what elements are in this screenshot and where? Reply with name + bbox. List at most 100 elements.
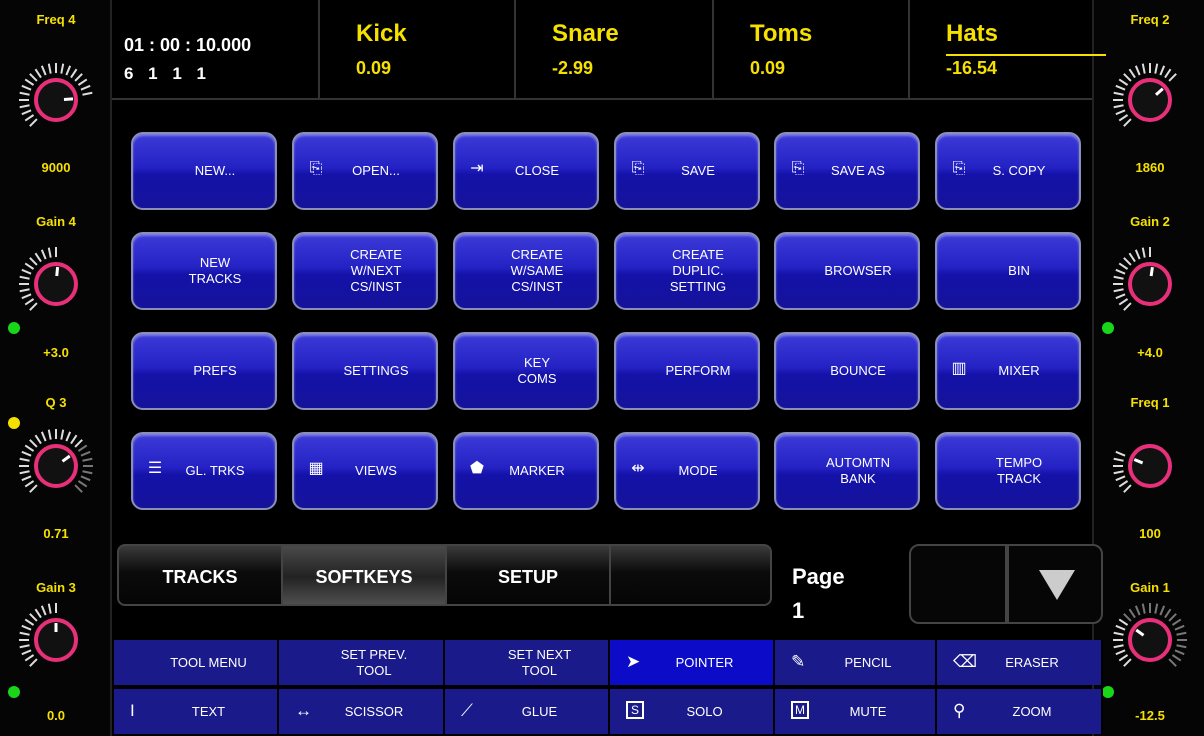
knob-dial-icon xyxy=(19,63,93,127)
tab-bar: TRACKS SOFTKEYS SETUP xyxy=(117,544,772,606)
tab-setup[interactable]: SETUP xyxy=(447,546,611,604)
tab-label: TRACKS xyxy=(162,566,238,587)
tool-eraser-button[interactable]: ⌫ ERASER xyxy=(937,640,1103,685)
softkey-bounce-button[interactable]: BOUNCE xyxy=(774,332,920,410)
page-down-button[interactable] xyxy=(1007,544,1103,624)
track-meter-hats[interactable]: Hats -16.54 xyxy=(910,0,1106,100)
track-name: Toms xyxy=(750,20,813,47)
page-number: 1 xyxy=(792,598,805,623)
softkey-label: CLOSE xyxy=(514,163,560,178)
knob-dial-icon xyxy=(1113,247,1172,311)
softkey-browser-button[interactable]: BROWSER xyxy=(774,232,920,310)
knob-label-freq1: Freq 1 xyxy=(1130,395,1170,410)
softkey-s-copy-button[interactable]: ⎘ S. COPY xyxy=(935,132,1081,210)
tool-zoom-button[interactable]: ⚲ ZOOM xyxy=(937,689,1103,734)
tool-label: TEXT xyxy=(191,703,226,719)
softkey-label: NEW TRACKS xyxy=(188,255,242,286)
tool-pointer-button[interactable]: ➤ POINTER xyxy=(610,640,775,685)
softkey-prefs-button[interactable]: PREFS xyxy=(131,332,277,410)
knob-dial-icon xyxy=(19,247,78,311)
save-as-icon: ⎘ xyxy=(791,160,805,177)
tool-label: MUTE xyxy=(849,703,887,719)
knob-dial-icon xyxy=(1113,444,1172,493)
softkey-open-button[interactable]: ⎘ OPEN... xyxy=(292,132,438,210)
softkey-save-button[interactable]: ⎘ SAVE xyxy=(614,132,760,210)
tool-pencil-button[interactable]: ✎ PENCIL xyxy=(775,640,937,685)
mixer-icon: ▥ xyxy=(951,360,967,377)
knob-freq4[interactable] xyxy=(16,60,96,140)
knob-gain2[interactable] xyxy=(1110,244,1190,324)
left-knob-column: Freq 4 9000 Gain 4 +3.0 Q 3 0.71 Gain 3 … xyxy=(0,0,112,736)
softkey-tempo-track-button[interactable]: TEMPO TRACK xyxy=(935,432,1081,510)
track-value: 0.09 xyxy=(356,58,392,78)
softkey-close-button[interactable]: ⇥ CLOSE xyxy=(453,132,599,210)
knob-value-freq2: 1860 xyxy=(1135,160,1165,175)
knob-freq1[interactable] xyxy=(1110,426,1190,506)
knob-gain1[interactable] xyxy=(1110,600,1190,680)
knob-value-freq4: 9000 xyxy=(41,160,71,175)
page-label: Page xyxy=(792,564,845,589)
softkey-mixer-button[interactable]: ▥ MIXER xyxy=(935,332,1081,410)
softkey-label: PREFS xyxy=(193,363,237,378)
track-meter-kick[interactable]: Kick 0.09 xyxy=(320,0,516,100)
knob-gain3[interactable] xyxy=(16,600,96,680)
track-meter-snare[interactable]: Snare -2.99 xyxy=(516,0,714,100)
knob-q3[interactable] xyxy=(16,426,96,506)
softkey-new-button[interactable]: NEW... xyxy=(131,132,277,210)
knob-dial-icon xyxy=(1113,603,1187,667)
softkey-perform-button[interactable]: PERFORM xyxy=(614,332,760,410)
track-meter-toms[interactable]: Toms 0.09 xyxy=(714,0,910,100)
marker-icon: ⬟ xyxy=(470,460,484,477)
softkey-settings-button[interactable]: SETTINGS xyxy=(292,332,438,410)
softkey-label: SETTINGS xyxy=(343,363,409,378)
close-doc-icon: ⇥ xyxy=(470,160,484,177)
softkey-new-tracks-button[interactable]: NEW TRACKS xyxy=(131,232,277,310)
tool-tool-menu-button[interactable]: TOOL MENU xyxy=(114,640,279,685)
track-value: 0.09 xyxy=(750,58,786,78)
softkey-bin-button[interactable]: BIN xyxy=(935,232,1081,310)
tool-label: SET NEXT TOOL xyxy=(507,646,572,678)
softkey-gl-trks-button[interactable]: ☰ GL. TRKS xyxy=(131,432,277,510)
track-value: -2.99 xyxy=(552,58,594,78)
softkey-mode-button[interactable]: ⇹ MODE xyxy=(614,432,760,510)
softkey-create-w-same-cs-inst-button[interactable]: CREATE W/SAME CS/INST xyxy=(453,232,599,310)
softkey-label: BROWSER xyxy=(824,263,892,278)
tab-tracks[interactable]: TRACKS xyxy=(119,546,283,604)
softkey-key-coms-button[interactable]: KEY COMS xyxy=(453,332,599,410)
page-up-button[interactable] xyxy=(909,544,1007,624)
softkey-create-duplic-setting-button[interactable]: CREATE DUPLIC. SETTING xyxy=(614,232,760,310)
softkey-save-as-button[interactable]: ⎘ SAVE AS xyxy=(774,132,920,210)
softkey-marker-button[interactable]: ⬟ MARKER xyxy=(453,432,599,510)
tool-label: SOLO xyxy=(686,703,723,719)
softkey-views-button[interactable]: ▦ VIEWS xyxy=(292,432,438,510)
track-value: -16.54 xyxy=(946,58,998,78)
softkey-label: PERFORM xyxy=(665,363,731,378)
softkey-create-w-next-cs-inst-button[interactable]: CREATE W/NEXT CS/INST xyxy=(292,232,438,310)
tab-empty[interactable] xyxy=(611,546,770,604)
open-icon: ⎘ xyxy=(309,160,323,177)
tool-text-button[interactable]: I TEXT xyxy=(114,689,279,734)
softkey-label: CREATE DUPLIC. SETTING xyxy=(669,247,727,294)
control-surface: Freq 4 9000 Gain 4 +3.0 Q 3 0.71 Gain 3 … xyxy=(0,0,1204,736)
right-knob-column: Freq 2 1860 Gain 2 +4.0 Freq 1 100 Gain … xyxy=(1092,0,1204,736)
knob-gain4[interactable] xyxy=(16,244,96,324)
tab-label: SOFTKEYS xyxy=(315,566,413,587)
tool-scissor-button[interactable]: ↔ SCISSOR xyxy=(279,689,445,734)
softkey-label: KEY COMS xyxy=(517,355,557,386)
tool-set-next-tool-button[interactable]: SET NEXT TOOL xyxy=(445,640,610,685)
softkey-label: SAVE AS xyxy=(831,163,885,178)
tool-glue-button[interactable]: ⟋ GLUE xyxy=(445,689,610,734)
softkey-label: MIXER xyxy=(998,363,1040,378)
softkey-automtn-bank-button[interactable]: AUTOMTN BANK xyxy=(774,432,920,510)
knob-freq2[interactable] xyxy=(1110,60,1190,140)
softkey-label: VIEWS xyxy=(355,463,397,478)
track-name: Hats xyxy=(946,20,999,47)
softkey-label: CREATE W/NEXT CS/INST xyxy=(350,247,402,294)
knob-label-gain1: Gain 1 xyxy=(1130,580,1170,595)
tool-set-prev-tool-button[interactable]: SET PREV. TOOL xyxy=(279,640,445,685)
tool-mute-button[interactable]: M MUTE xyxy=(775,689,937,734)
tab-softkeys[interactable]: SOFTKEYS xyxy=(283,546,447,604)
softkey-label: OPEN... xyxy=(352,163,400,178)
tool-solo-button[interactable]: S SOLO xyxy=(610,689,775,734)
active-indicator xyxy=(8,686,20,698)
